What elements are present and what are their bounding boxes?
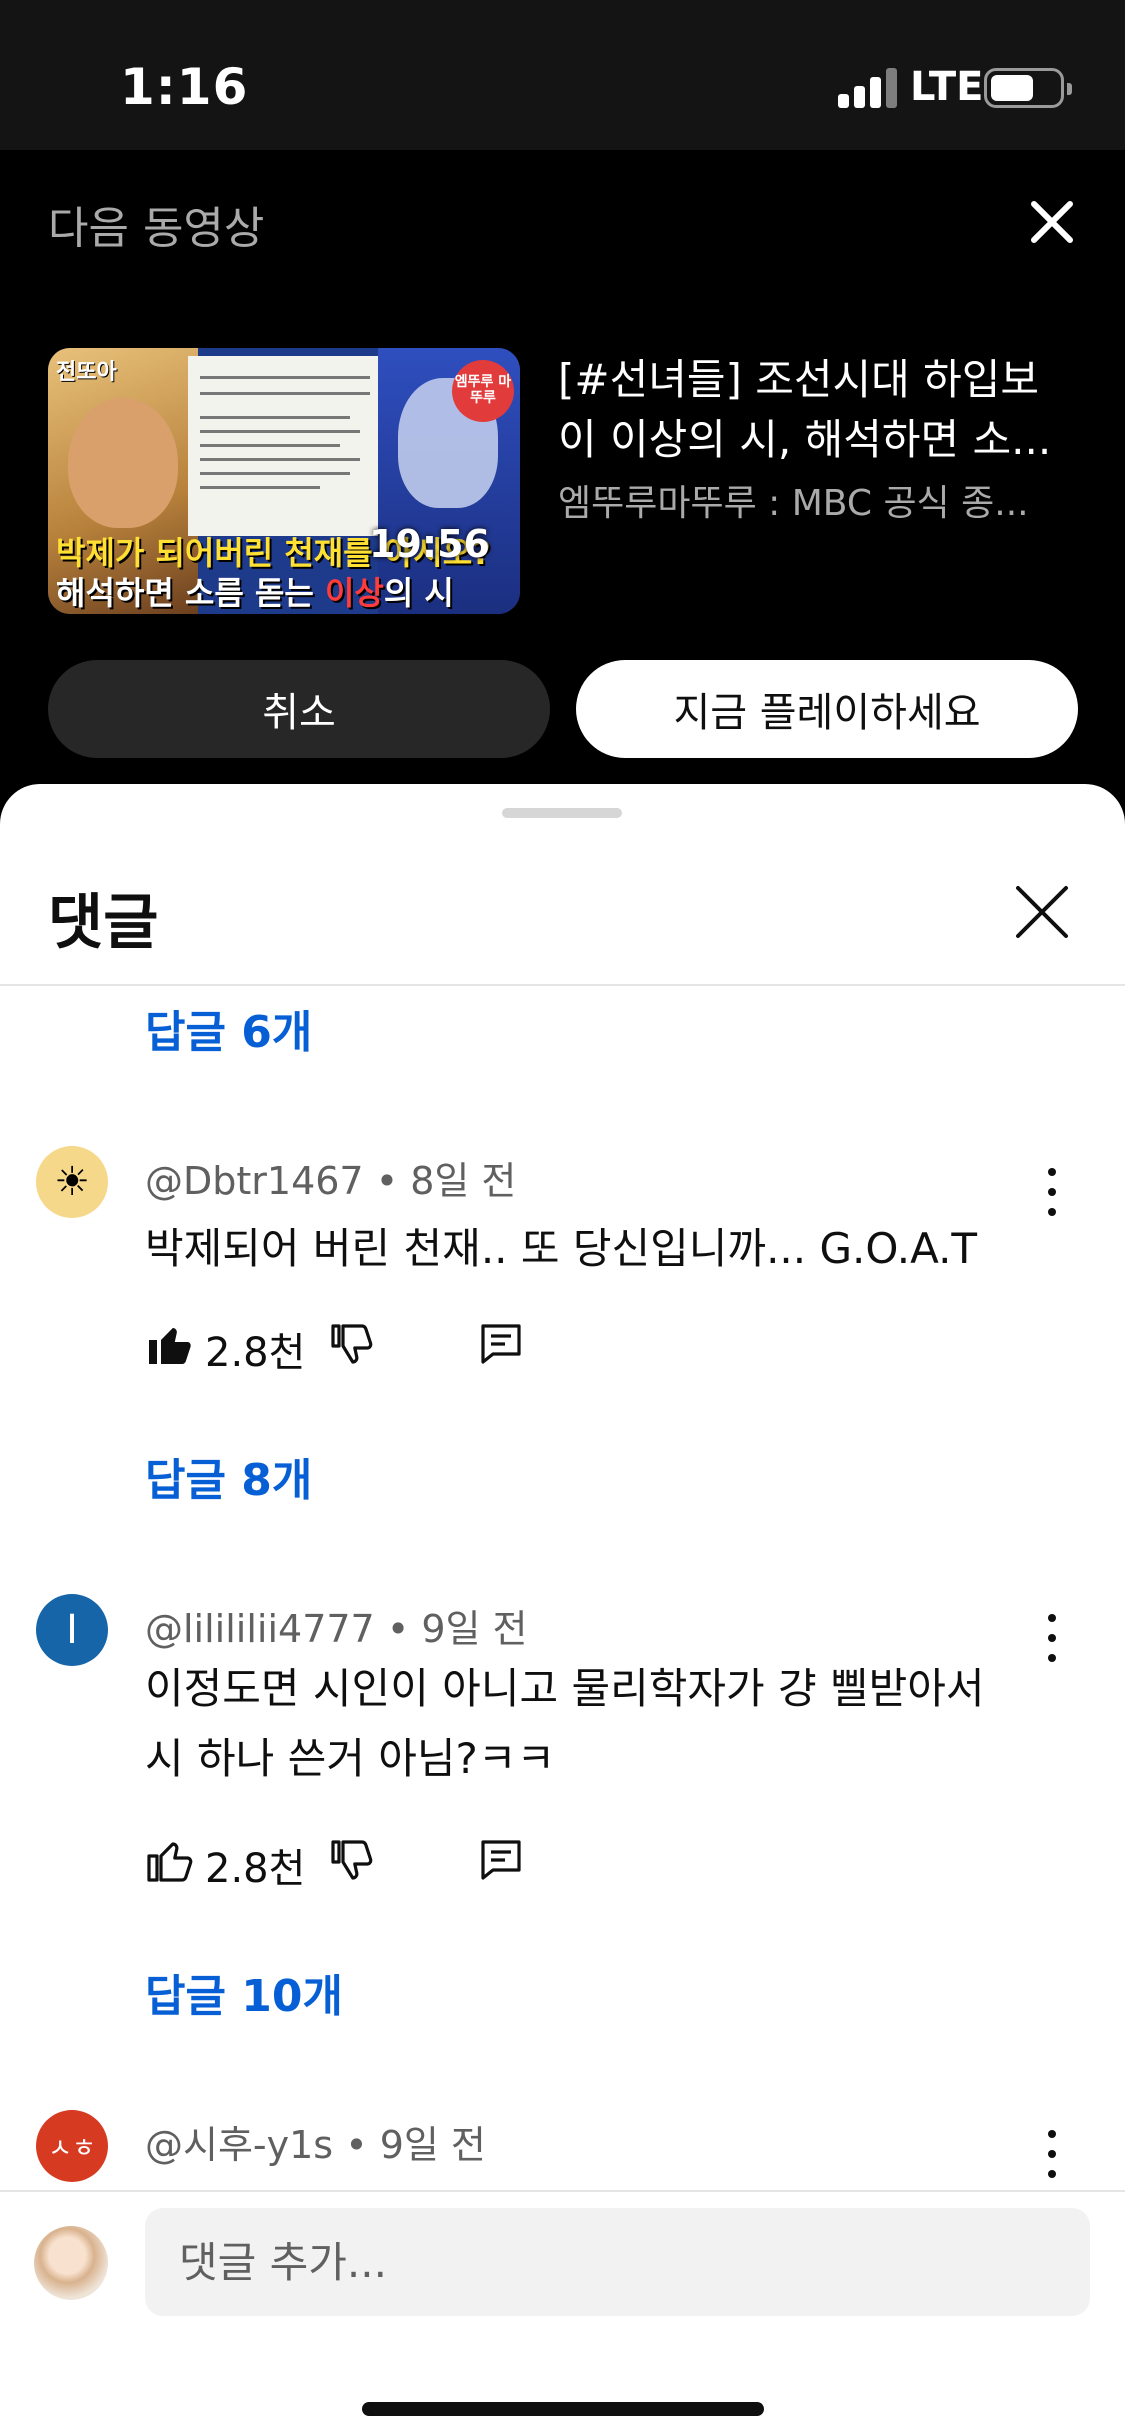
comments-sheet: 댓글 답글 6개 ☀ @Dbtr1467 • 8일 전 박제되어 버린 천재..… — [0, 784, 1125, 2436]
comment-meta: @Dbtr1467 • 8일 전 — [145, 1159, 517, 1203]
comment-meta: @시후-y1s • 9일 전 — [145, 2123, 486, 2167]
comment-actions: 2.8천 — [145, 1314, 745, 1376]
home-indicator[interactable] — [362, 2402, 764, 2416]
drag-handle[interactable] — [502, 808, 622, 818]
replies-link[interactable]: 답글 6개 — [145, 996, 312, 1060]
comment-text: 이정도면 시인이 아니고 물리학자가 걍 삘받아서 시 하나 쓴거 아님?ㅋㅋ — [145, 1664, 985, 1783]
replies-link[interactable]: 답글 8개 — [145, 1444, 312, 1508]
close-icon[interactable] — [1010, 880, 1074, 944]
reply-icon[interactable] — [477, 1836, 525, 1884]
comment-actions: 2.8천 — [145, 1830, 745, 1892]
signal-icon — [838, 68, 898, 108]
battery-icon — [984, 68, 1072, 108]
like-icon[interactable] — [145, 1320, 193, 1368]
status-bar: 1:16 LTE — [0, 0, 1125, 150]
close-icon[interactable] — [1020, 190, 1084, 254]
comment-meta: @lilililii4777 • 9일 전 — [145, 1607, 528, 1651]
cancel-button[interactable]: 취소 — [48, 660, 550, 758]
like-count: 2.8천 — [205, 1330, 306, 1376]
like-count: 2.8천 — [205, 1846, 306, 1892]
divider — [0, 984, 1125, 986]
avatar[interactable]: I — [36, 1594, 108, 1666]
comment-author[interactable]: @시후-y1s — [145, 2123, 333, 2167]
video-channel: 엠뚜루마뚜루 : MBC 공식 종... — [558, 483, 1029, 524]
comment-age: 9일 전 — [379, 2123, 486, 2167]
replies-link[interactable]: 답글 10개 — [145, 1960, 343, 2024]
comment-author[interactable]: @lilililii4777 — [145, 1607, 375, 1651]
video-thumbnail[interactable]: 전또아 엠뚜루 마뚜루 박제가 되어버린 천재를 아시오? 해석하면 소름 돋는… — [48, 348, 520, 614]
more-options-icon[interactable] — [1040, 2126, 1064, 2186]
dislike-icon[interactable] — [329, 1320, 377, 1368]
like-icon[interactable] — [145, 1836, 193, 1884]
play-now-button[interactable]: 지금 플레이하세요 — [576, 660, 1078, 758]
comments-title: 댓글 — [48, 888, 159, 958]
avatar[interactable]: ☀ — [36, 1146, 108, 1218]
up-next-panel: 다음 동영상 전또아 엠뚜루 마뚜루 박제가 되어버린 천재를 아시오? 해석하… — [0, 150, 1125, 790]
network-label: LTE — [910, 64, 984, 110]
up-next-label: 다음 동영상 — [48, 203, 265, 254]
comment-input-bar — [0, 2190, 1125, 2436]
comment-author[interactable]: @Dbtr1467 — [145, 1159, 364, 1203]
comment-text: 박제되어 버린 천재.. 또 당신입니까... G.O.A.T — [145, 1224, 978, 1273]
thumbnail-tag: 전또아 — [56, 360, 117, 385]
comment-age: 8일 전 — [410, 1159, 517, 1203]
user-avatar — [34, 2226, 108, 2300]
video-title[interactable]: [#선녀들] 조선시대 하입보 이 이상의 시, 해석하면 소... — [558, 350, 1078, 470]
channel-badge: 엠뚜루 마뚜루 — [452, 360, 514, 422]
comment-input[interactable] — [145, 2208, 1090, 2316]
avatar[interactable]: ㅅㅎ — [36, 2110, 108, 2182]
reply-icon[interactable] — [477, 1320, 525, 1368]
comment-age: 9일 전 — [421, 1607, 528, 1651]
dislike-icon[interactable] — [329, 1836, 377, 1884]
status-time: 1:16 — [120, 58, 249, 116]
video-duration: 19:56 — [369, 522, 490, 566]
thumbnail-caption-2: 해석하면 소름 돋는 이상의 시 — [56, 574, 454, 612]
